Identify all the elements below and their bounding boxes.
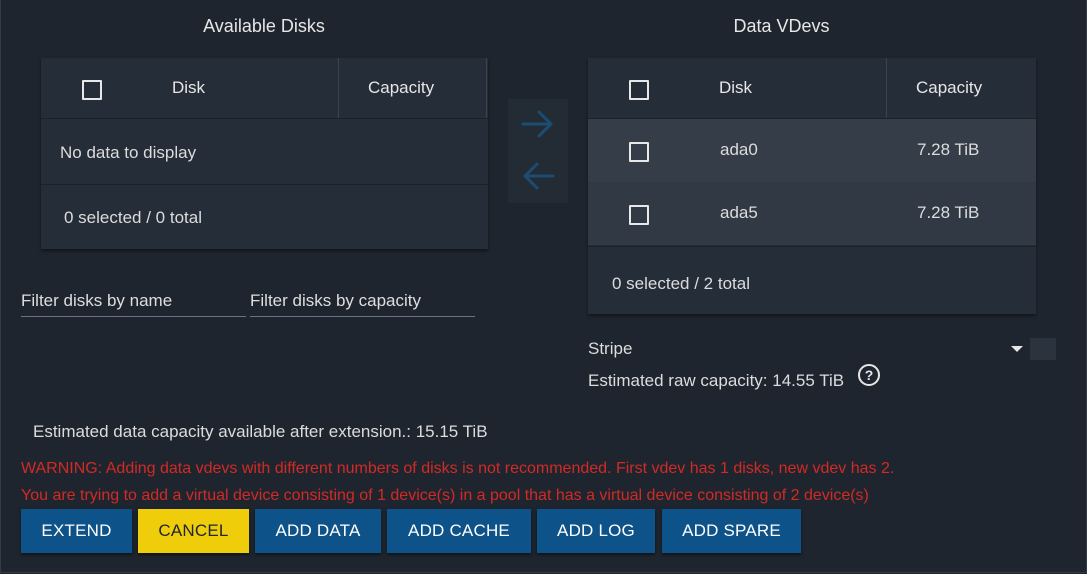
selection-summary: 0 selected / 2 total xyxy=(612,274,750,293)
arrow-right-icon xyxy=(521,110,553,138)
column-header-disk[interactable]: Disk xyxy=(172,78,205,98)
filter-by-name-input[interactable]: Filter disks by name xyxy=(21,291,246,317)
vdev-layout-select[interactable]: Stripe xyxy=(588,338,1028,362)
table-footer-divider xyxy=(41,184,488,185)
caret-down-icon xyxy=(1011,346,1023,352)
row-checkbox[interactable] xyxy=(629,205,649,225)
disk-capacity: 7.28 TiB xyxy=(917,203,980,222)
table-header: Disk Capacity xyxy=(588,58,1036,119)
add-data-button[interactable]: ADD DATA xyxy=(255,509,381,553)
column-header-capacity[interactable]: Capacity xyxy=(368,78,434,98)
add-cache-button[interactable]: ADD CACHE xyxy=(387,509,531,553)
estimated-raw-capacity: Estimated raw capacity: 14.55 TiB xyxy=(588,371,845,390)
available-disks-table: Disk Capacity No data to display 0 selec… xyxy=(41,58,488,249)
column-header-disk[interactable]: Disk xyxy=(719,78,752,98)
table-header: Disk Capacity xyxy=(41,58,488,119)
data-vdevs-title: Data VDevs xyxy=(733,16,830,36)
move-right-button[interactable] xyxy=(520,107,556,141)
column-divider[interactable] xyxy=(486,58,487,118)
transfer-controls xyxy=(508,99,568,203)
table-row[interactable]: ada5 7.28 TiB xyxy=(588,182,1036,245)
empty-message: No data to display xyxy=(60,143,197,162)
add-spare-button[interactable]: ADD SPARE xyxy=(662,509,801,553)
column-header-capacity[interactable]: Capacity xyxy=(916,78,982,98)
selection-summary: 0 selected / 0 total xyxy=(64,208,202,227)
disk-name: ada0 xyxy=(720,140,758,159)
disk-name: ada5 xyxy=(720,203,758,222)
select-all-checkbox[interactable] xyxy=(629,80,649,100)
move-left-button[interactable] xyxy=(520,159,556,193)
add-log-button[interactable]: ADD LOG xyxy=(537,509,655,553)
estimated-data-capacity: Estimated data capacity available after … xyxy=(33,422,488,441)
warning-message: You are trying to add a virtual device c… xyxy=(21,487,869,504)
select-all-checkbox[interactable] xyxy=(82,80,102,100)
data-vdevs-table: Disk Capacity ada0 7.28 TiB ada5 7.28 Ti… xyxy=(588,58,1036,314)
warning-message: WARNING: Adding data vdevs with differen… xyxy=(21,460,895,477)
cancel-button[interactable]: CANCEL xyxy=(138,509,249,553)
column-divider[interactable] xyxy=(338,58,339,118)
row-checkbox[interactable] xyxy=(629,142,649,162)
column-divider[interactable] xyxy=(886,58,887,118)
extend-button[interactable]: EXTEND xyxy=(21,509,132,553)
table-footer-divider xyxy=(588,246,1036,247)
table-row[interactable]: ada0 7.28 TiB xyxy=(588,119,1036,182)
vdev-layout-value: Stripe xyxy=(588,339,633,358)
disk-capacity: 7.28 TiB xyxy=(917,140,980,159)
arrow-left-icon xyxy=(523,162,555,190)
help-icon[interactable]: ? xyxy=(858,364,880,386)
select-side-box xyxy=(1030,338,1056,360)
filter-by-capacity-input[interactable]: Filter disks by capacity xyxy=(250,291,475,317)
available-disks-title: Available Disks xyxy=(203,16,325,36)
